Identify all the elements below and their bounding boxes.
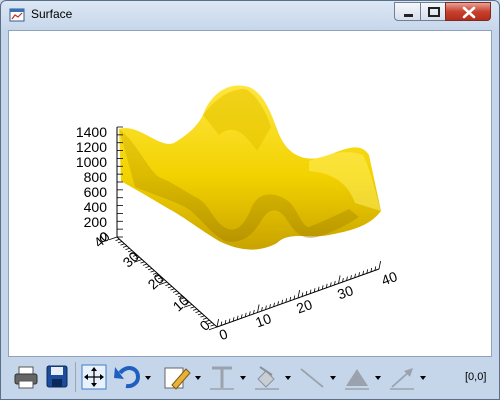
text-icon[interactable]: [207, 361, 247, 393]
z-tick-label: 800: [84, 169, 108, 185]
tick-mark: [297, 289, 300, 299]
window-title: Surface: [31, 7, 73, 21]
undo-icon[interactable]: [112, 361, 152, 393]
x-tick-label: 20: [294, 296, 314, 316]
z-tick-label: 1400: [76, 124, 107, 140]
tick-mark: [115, 238, 120, 242]
status-coords: [0,0]: [465, 371, 487, 383]
toolbar-separator: [75, 362, 76, 392]
y-axis-labels: 0 10 20 30 40: [91, 228, 214, 334]
tick-mark: [122, 245, 128, 248]
window: Surface 1400 1200 1000 800 600 400 200 0…: [0, 0, 500, 400]
surface-plot: 1400 1200 1000 800 600 400 200 0 0 10 20…: [76, 85, 400, 343]
z-tick-label: 1200: [76, 139, 107, 155]
arrow-icon[interactable]: [387, 361, 427, 393]
x-tick-label: 40: [379, 268, 399, 288]
surface-mesh: [119, 85, 381, 250]
maximize-button[interactable]: [420, 2, 446, 21]
tick-mark: [197, 313, 203, 316]
minimize-button[interactable]: [394, 2, 421, 21]
plot-canvas[interactable]: 1400 1200 1000 800 600 400 200 0 0 10 20…: [8, 30, 492, 357]
tick-mark: [207, 322, 213, 325]
tick-mark: [142, 263, 148, 266]
pan-icon[interactable]: [81, 361, 107, 393]
z-tick-label: 400: [84, 199, 108, 215]
z-axis-labels: 1400 1200 1000 800 600 400 200 0: [76, 124, 107, 245]
tick-mark: [192, 308, 198, 311]
z-tick-label: 600: [84, 184, 108, 200]
tick-mark: [145, 265, 150, 269]
tick-mark: [117, 241, 123, 244]
x-tick-label: 30: [335, 282, 355, 302]
tick-mark: [216, 318, 219, 328]
tick-mark: [167, 286, 173, 289]
tick-mark: [338, 275, 341, 284]
minimize-icon: [404, 14, 413, 17]
shape-icon[interactable]: [342, 361, 382, 393]
toolbar: [8, 358, 492, 396]
titlebar[interactable]: Surface: [1, 1, 499, 29]
tick-mark: [120, 243, 125, 246]
print-icon[interactable]: [13, 361, 39, 393]
y-tick-label: 40: [91, 228, 113, 250]
z-tick-label: 1000: [76, 154, 107, 170]
tick-mark: [140, 261, 145, 264]
tick-mark: [210, 324, 215, 327]
y-tick-label: 10: [170, 292, 192, 314]
maximize-icon: [428, 7, 440, 17]
tick-mark: [172, 290, 178, 293]
pencil-icon[interactable]: [162, 361, 202, 393]
x-axis-labels: 0 10 20 30 40: [217, 268, 400, 343]
tick-mark: [190, 306, 195, 309]
save-icon[interactable]: [44, 361, 70, 393]
app-icon: [9, 8, 25, 22]
close-icon: [462, 6, 476, 19]
z-tick-label: 200: [84, 214, 108, 230]
tick-mark: [378, 260, 381, 270]
tick-mark: [170, 288, 175, 291]
tick-mark: [147, 268, 153, 271]
x-tick-label: 0: [217, 325, 230, 343]
tick-mark: [165, 283, 170, 287]
tick-mark: [257, 304, 260, 313]
line-icon[interactable]: [297, 361, 337, 393]
close-button[interactable]: [445, 2, 491, 21]
fill-icon[interactable]: [252, 361, 292, 393]
y-tick-label: 30: [120, 248, 142, 270]
tick-mark: [195, 310, 200, 314]
y-tick-label: 20: [145, 270, 167, 292]
